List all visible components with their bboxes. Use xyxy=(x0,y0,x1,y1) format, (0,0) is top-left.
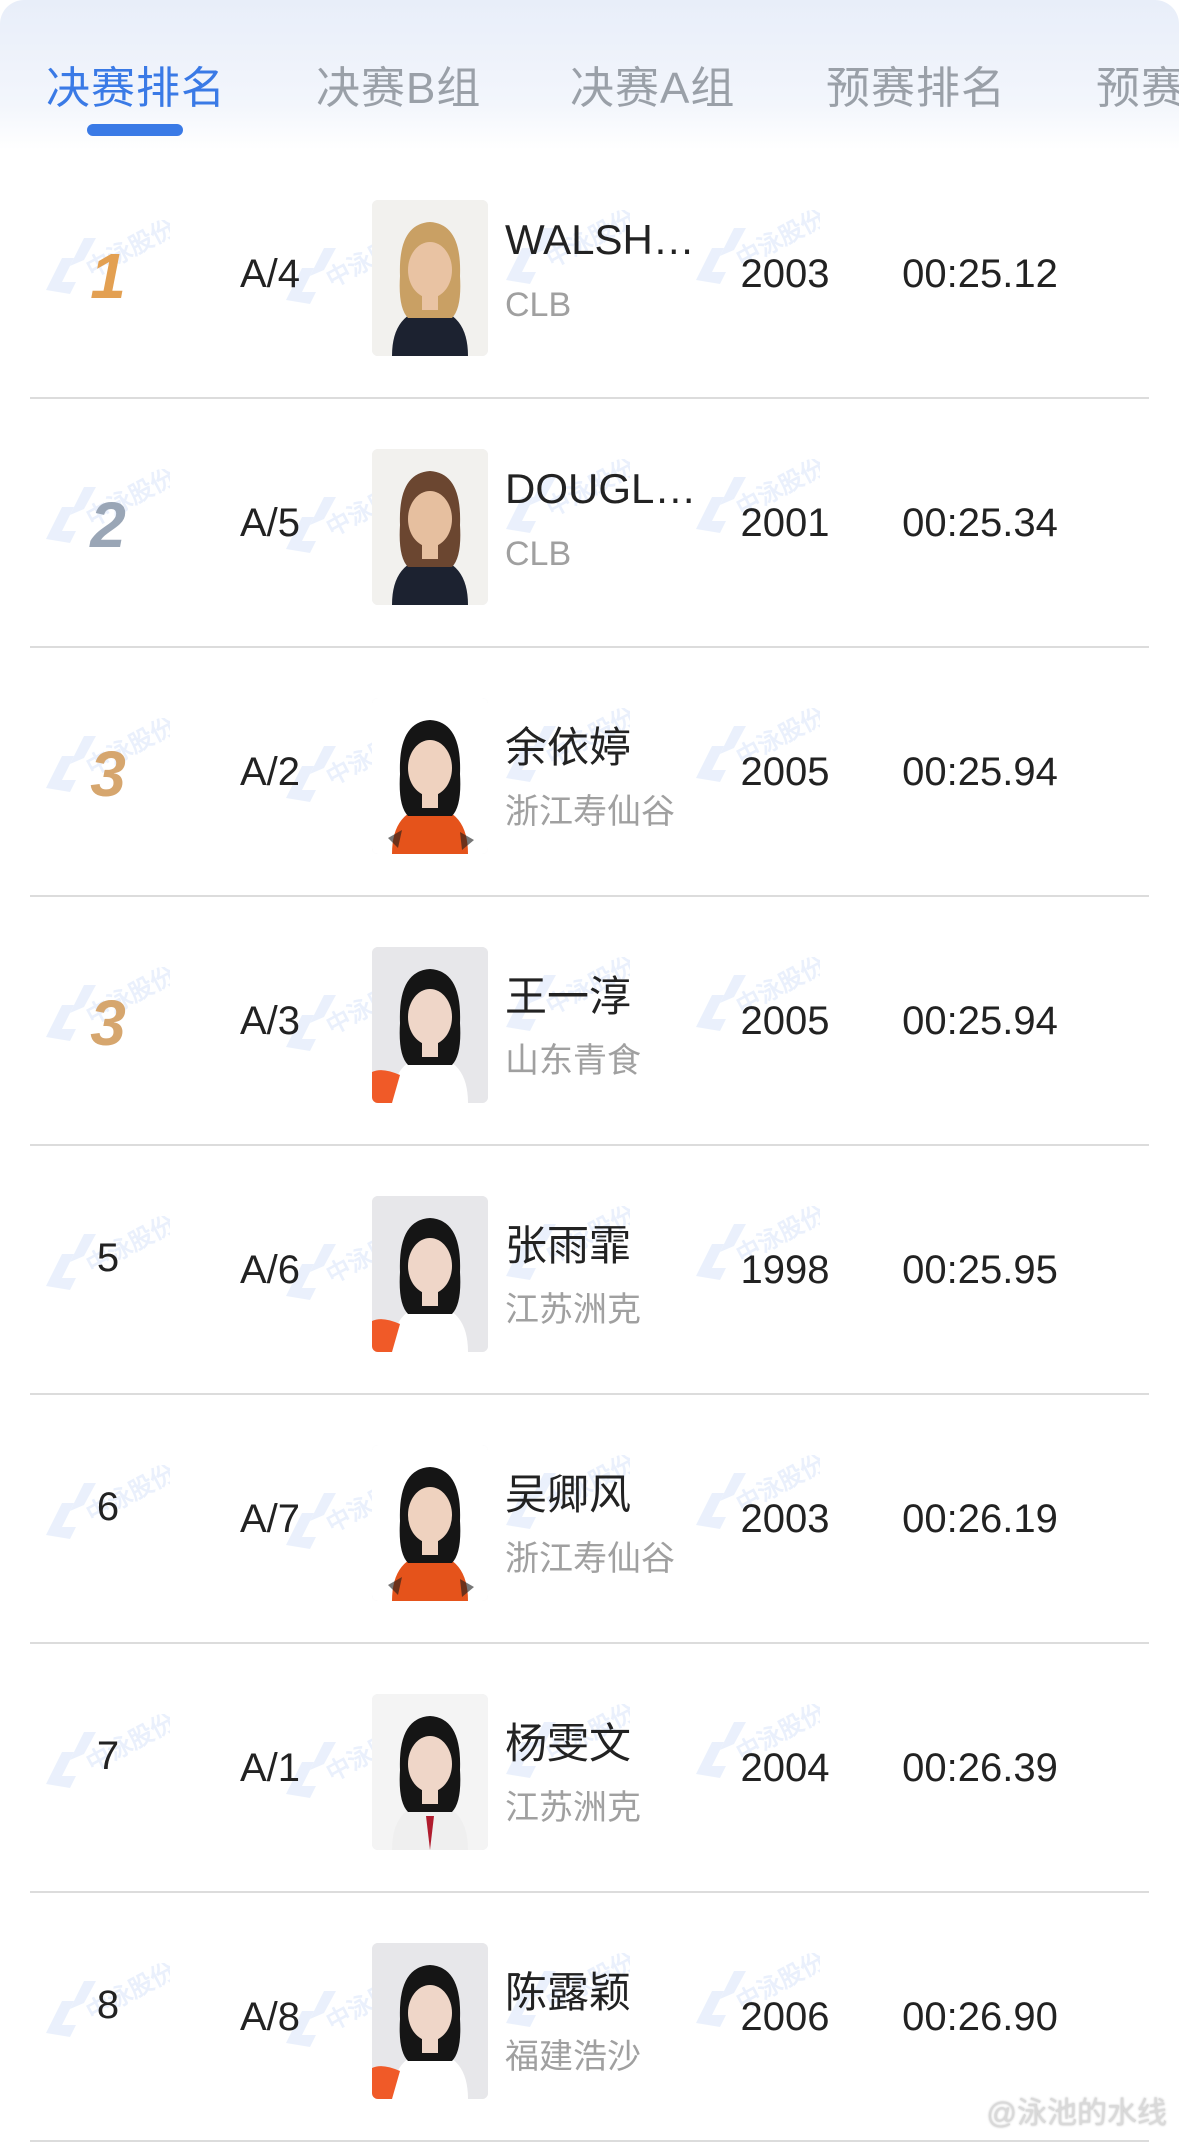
lane-label: A/6 xyxy=(240,1248,301,1292)
tab-active-indicator xyxy=(87,124,183,136)
athlete-team: CLB xyxy=(505,535,572,573)
svg-text:1: 1 xyxy=(90,240,126,308)
lane-label: A/4 xyxy=(240,252,301,296)
svg-text:3: 3 xyxy=(90,987,126,1055)
result-row[interactable]: 中泳股份 中泳股份 中泳股份 中泳股份 7 A/1 杨雯文 江苏洲克 2004 00:26.39 xyxy=(0,1644,1179,1893)
athlete-name[interactable]: DOUGL… xyxy=(505,465,696,513)
athlete-avatar[interactable] xyxy=(372,1445,488,1601)
athlete-avatar[interactable] xyxy=(372,1694,488,1850)
athlete-team: 江苏洲克 xyxy=(505,1291,641,1329)
rank-medal-icon: 3 xyxy=(88,987,128,1059)
birth-year: 2001 xyxy=(740,501,830,545)
tab-final-a[interactable]: 决赛A组 xyxy=(570,52,735,116)
tab-heats[interactable]: 预赛 xyxy=(1096,52,1179,116)
athlete-name[interactable]: 王一淳 xyxy=(505,963,631,1024)
athlete-team: CLB xyxy=(505,286,572,324)
athlete-team: 浙江寿仙谷 xyxy=(505,1540,675,1578)
birth-year: 2005 xyxy=(740,999,830,1043)
athlete-team: 江苏洲克 xyxy=(505,1789,641,1827)
result-time: 00:25.12 xyxy=(902,252,1058,296)
birth-year: 2005 xyxy=(740,750,830,794)
rank-number: 6 xyxy=(96,1485,120,1529)
result-row[interactable]: 中泳股份 中泳股份 中泳股份 中泳股份 3 A/3 王一淳 山东青食 2005 00:25.94 xyxy=(0,897,1179,1146)
result-time: 00:25.34 xyxy=(902,501,1058,545)
rank-number: 8 xyxy=(96,1983,120,2027)
athlete-name[interactable]: WALSH… xyxy=(505,216,695,264)
rank-medal-icon: 3 xyxy=(88,738,128,810)
result-row[interactable]: 中泳股份 中泳股份 中泳股份 中泳股份 2 A/5 DOUGL… CLB 2001 00:25.3… xyxy=(0,399,1179,648)
athlete-avatar[interactable] xyxy=(372,698,488,854)
svg-text:3: 3 xyxy=(90,738,126,806)
athlete-name[interactable]: 陈露颖 xyxy=(505,1959,631,2020)
result-time: 00:26.19 xyxy=(902,1497,1058,1541)
athlete-name[interactable]: 吴卿风 xyxy=(505,1461,631,1522)
athlete-name[interactable]: 杨雯文 xyxy=(505,1710,631,1771)
result-time: 00:26.39 xyxy=(902,1746,1058,1790)
result-row[interactable]: 中泳股份 中泳股份 中泳股份 中泳股份 1 A/4 WALSH… CLB 2003 00:25.1… xyxy=(0,150,1179,399)
result-time: 00:25.94 xyxy=(902,750,1058,794)
athlete-team: 浙江寿仙谷 xyxy=(505,793,675,831)
result-time: 00:25.95 xyxy=(902,1248,1058,1292)
lane-label: A/3 xyxy=(240,999,301,1043)
athlete-team: 福建浩沙 xyxy=(505,2038,641,2076)
athlete-avatar[interactable] xyxy=(372,947,488,1103)
result-time: 00:26.90 xyxy=(902,1995,1058,2039)
rank-medal-icon: 1 xyxy=(88,240,128,312)
result-row[interactable]: 中泳股份 中泳股份 中泳股份 中泳股份 5 A/6 张雨霏 江苏洲克 1998 00:25.95 xyxy=(0,1146,1179,1395)
tab-bar: 决赛排名 决赛B组 决赛A组 预赛排名 预赛 xyxy=(0,0,1179,150)
lane-label: A/1 xyxy=(240,1746,301,1790)
rank-number: 5 xyxy=(96,1236,120,1280)
birth-year: 2006 xyxy=(740,1995,830,2039)
athlete-avatar[interactable] xyxy=(372,200,488,356)
tab-final-b[interactable]: 决赛B组 xyxy=(316,52,481,116)
birth-year: 2003 xyxy=(740,1497,830,1541)
athlete-avatar[interactable] xyxy=(372,449,488,605)
birth-year: 1998 xyxy=(740,1248,830,1292)
birth-year: 2003 xyxy=(740,252,830,296)
lane-label: A/8 xyxy=(240,1995,301,2039)
athlete-team: 山东青食 xyxy=(505,1042,641,1080)
rank-medal-icon: 2 xyxy=(88,489,128,561)
result-row[interactable]: 中泳股份 中泳股份 中泳股份 中泳股份 6 A/7 吴卿风 浙江寿仙谷 2003 00:26.19 xyxy=(0,1395,1179,1644)
lane-label: A/2 xyxy=(240,750,301,794)
result-row[interactable]: 中泳股份 中泳股份 中泳股份 中泳股份 3 A/2 余依婷 浙江寿仙谷 2005 00:25.94 xyxy=(0,648,1179,897)
footer-watermark: @泳池的水线 xyxy=(986,2097,1167,2130)
tab-final-ranking[interactable]: 决赛排名 xyxy=(46,52,226,116)
lane-label: A/5 xyxy=(240,501,301,545)
results-list: 中泳股份 中泳股份 中泳股份 中泳股份 1 A/4 WALSH… CLB 2003 00:25.1… xyxy=(0,150,1179,2142)
athlete-avatar[interactable] xyxy=(372,1196,488,1352)
athlete-avatar[interactable] xyxy=(372,1943,488,2099)
lane-label: A/7 xyxy=(240,1497,301,1541)
birth-year: 2004 xyxy=(740,1746,830,1790)
tab-heats-ranking[interactable]: 预赛排名 xyxy=(826,52,1006,116)
rank-number: 7 xyxy=(96,1734,120,1778)
athlete-name[interactable]: 张雨霏 xyxy=(505,1212,631,1273)
athlete-name[interactable]: 余依婷 xyxy=(505,714,631,775)
svg-text:2: 2 xyxy=(89,489,126,557)
result-time: 00:25.94 xyxy=(902,999,1058,1043)
